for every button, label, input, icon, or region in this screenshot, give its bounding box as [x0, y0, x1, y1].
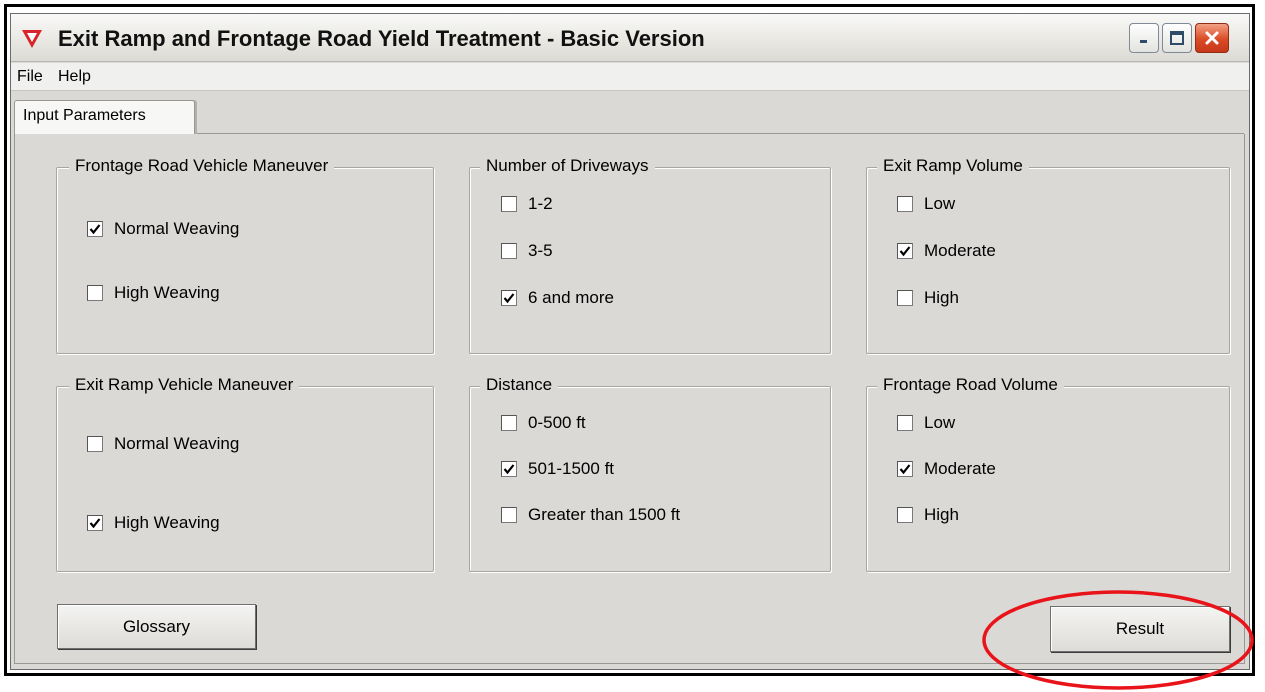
result-button[interactable]: Result: [1050, 606, 1230, 652]
checkbox-normal-weaving[interactable]: Normal Weaving: [87, 434, 239, 454]
checkbox-label: Low: [924, 194, 956, 213]
checkbox-box-checked[interactable]: [897, 243, 913, 259]
minimize-button[interactable]: [1129, 23, 1159, 53]
checkbox-box[interactable]: [87, 285, 103, 301]
close-button[interactable]: [1195, 23, 1229, 53]
checkmark-icon: [89, 518, 101, 529]
menu-bar: File Help: [11, 63, 1249, 91]
checkbox-box[interactable]: [897, 415, 913, 431]
checkbox-0-500-ft[interactable]: 0-500 ft: [501, 413, 586, 433]
checkmark-icon: [503, 293, 515, 304]
checkbox-label: 0-500 ft: [528, 413, 586, 432]
checkbox-normal-weaving[interactable]: Normal Weaving: [87, 219, 239, 239]
checkbox-greater-than-1500-ft[interactable]: Greater than 1500 ft: [501, 505, 680, 525]
window-title: Exit Ramp and Frontage Road Yield Treatm…: [58, 26, 705, 51]
minimize-icon: [1140, 40, 1147, 43]
checkbox-box[interactable]: [897, 196, 913, 212]
checkbox-1-2[interactable]: 1-2: [501, 194, 553, 214]
checkbox-high[interactable]: High: [897, 505, 959, 525]
checkbox-label: 501-1500 ft: [528, 459, 615, 478]
group-number-of-driveways: Number of Driveways 1-2 3-5 6 and more: [469, 156, 831, 354]
checkbox-501-1500-ft[interactable]: 501-1500 ft: [501, 459, 614, 479]
checkbox-label: 6 and more: [528, 288, 614, 307]
menu-help[interactable]: Help: [58, 68, 91, 86]
checkmark-icon: [899, 464, 911, 475]
checkbox-high-weaving[interactable]: High Weaving: [87, 513, 220, 533]
checkbox-low[interactable]: Low: [897, 413, 955, 433]
group-frontage-road-volume: Frontage Road Volume Low Moderate High: [866, 375, 1230, 572]
checkbox-label: Low: [924, 413, 956, 432]
checkmark-icon: [503, 464, 515, 475]
input-parameters-panel: Frontage Road Vehicle Maneuver Normal We…: [14, 134, 1245, 664]
checkbox-label: Normal Weaving: [114, 219, 240, 238]
group-exit-ramp-volume: Exit Ramp Volume Low Moderate High: [866, 156, 1230, 354]
checkbox-low[interactable]: Low: [897, 194, 955, 214]
checkbox-box-checked[interactable]: [897, 461, 913, 477]
group-title: Distance: [480, 375, 559, 395]
checkbox-box-checked[interactable]: [501, 461, 517, 477]
checkbox-box-checked[interactable]: [501, 290, 517, 306]
app-triangle-icon: [21, 29, 43, 54]
checkbox-label: High: [924, 505, 959, 524]
checkbox-box[interactable]: [897, 290, 913, 306]
checkbox-box[interactable]: [501, 196, 517, 212]
checkbox-label: High Weaving: [114, 283, 220, 302]
checkbox-high[interactable]: High: [897, 288, 959, 308]
checkbox-label: High: [924, 288, 959, 307]
app-window: Exit Ramp and Frontage Road Yield Treatm…: [10, 13, 1254, 690]
maximize-button[interactable]: [1162, 23, 1192, 53]
tab-input-parameters[interactable]: Input Parameters: [14, 100, 195, 134]
checkbox-label: Moderate: [924, 241, 996, 260]
checkbox-box[interactable]: [87, 436, 103, 452]
checkbox-label: Greater than 1500 ft: [528, 505, 681, 524]
checkbox-box[interactable]: [501, 507, 517, 523]
group-title: Exit Ramp Volume: [877, 156, 1029, 176]
group-title: Exit Ramp Vehicle Maneuver: [69, 375, 300, 395]
checkbox-label: 3-5: [528, 241, 553, 260]
maximize-icon: [1170, 31, 1184, 45]
close-icon: [1205, 31, 1219, 45]
checkbox-high-weaving[interactable]: High Weaving: [87, 283, 220, 303]
group-exit-ramp-vehicle-maneuver: Exit Ramp Vehicle Maneuver Normal Weavin…: [56, 375, 434, 572]
checkbox-label: 1-2: [528, 194, 553, 213]
checkmark-icon: [89, 224, 101, 235]
checkbox-moderate[interactable]: Moderate: [897, 459, 996, 479]
glossary-button[interactable]: Glossary: [57, 604, 256, 649]
group-distance: Distance 0-500 ft 501-1500 ft Greater th…: [469, 375, 831, 572]
checkbox-moderate[interactable]: Moderate: [897, 241, 996, 261]
checkbox-box[interactable]: [501, 415, 517, 431]
menu-file[interactable]: File: [17, 68, 43, 86]
checkbox-box[interactable]: [501, 243, 517, 259]
group-title: Number of Driveways: [480, 156, 655, 176]
checkbox-6-and-more[interactable]: 6 and more: [501, 288, 614, 308]
checkbox-label: Moderate: [924, 459, 996, 478]
checkbox-box-checked[interactable]: [87, 515, 103, 531]
checkbox-label: Normal Weaving: [114, 434, 240, 453]
group-title: Frontage Road Vehicle Maneuver: [69, 156, 335, 176]
checkbox-3-5[interactable]: 3-5: [501, 241, 553, 261]
checkmark-icon: [899, 246, 911, 257]
checkbox-label: High Weaving: [114, 513, 220, 532]
group-title: Frontage Road Volume: [877, 375, 1064, 395]
group-frontage-road-vehicle-maneuver: Frontage Road Vehicle Maneuver Normal We…: [56, 156, 434, 354]
checkbox-box-checked[interactable]: [87, 221, 103, 237]
checkbox-box[interactable]: [897, 507, 913, 523]
title-bar[interactable]: Exit Ramp and Frontage Road Yield Treatm…: [11, 14, 1249, 62]
